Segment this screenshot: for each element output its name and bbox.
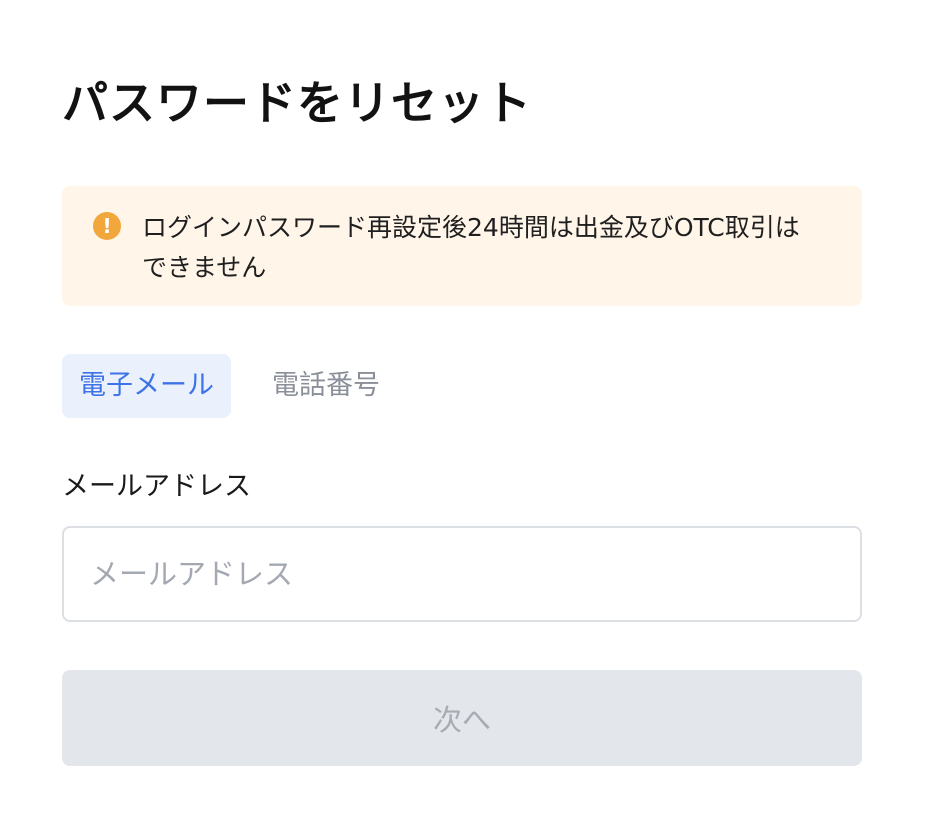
- warning-notice: ! ログインパスワード再設定後24時間は出金及びOTC取引はできません: [62, 186, 862, 306]
- next-button[interactable]: 次へ: [62, 670, 862, 766]
- page-title: パスワードをリセット: [62, 76, 532, 130]
- tab-phone[interactable]: 電話番号: [255, 354, 397, 418]
- email-field-label: メールアドレス: [62, 471, 251, 502]
- warning-text: ログインパスワード再設定後24時間は出金及びOTC取引はできません: [142, 213, 800, 282]
- exclamation-circle-icon: !: [93, 212, 121, 240]
- email-field[interactable]: [62, 526, 862, 622]
- tab-email[interactable]: 電子メール: [62, 354, 231, 418]
- method-tabs: 電子メール 電話番号: [62, 354, 397, 418]
